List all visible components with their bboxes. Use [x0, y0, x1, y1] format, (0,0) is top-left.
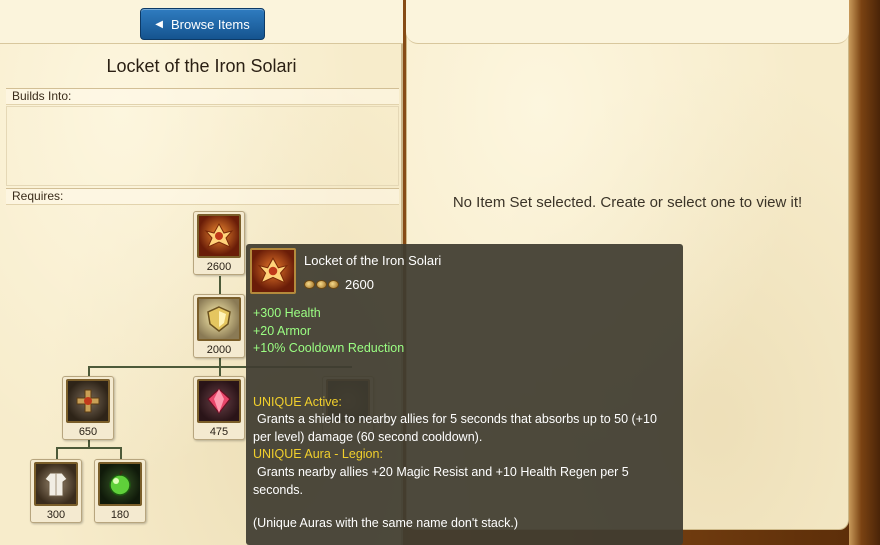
- browse-items-label: Browse Items: [170, 16, 250, 32]
- stat-armor: +20 Armor: [253, 324, 312, 338]
- tree-connector: [56, 447, 121, 449]
- item-price: 650: [78, 426, 98, 438]
- recipe-item-null-magic-mantle[interactable]: 650: [62, 376, 114, 440]
- cross-amulet-icon: [66, 379, 110, 423]
- right-header-bar: [406, 0, 849, 44]
- browse-items-button[interactable]: ◀ Browse Items: [140, 8, 265, 40]
- no-item-set-message: No Item Set selected. Create or select o…: [452, 194, 803, 211]
- item-price: 2000: [206, 344, 232, 356]
- tooltip-item-name: Locket of the Iron Solari: [304, 253, 442, 268]
- tooltip-cost: 2600: [304, 277, 374, 292]
- gold-coins-icon: [304, 280, 339, 289]
- tooltip-cost-value: 2600: [345, 277, 374, 292]
- stat-health: +300 Health: [253, 306, 321, 320]
- unique-active-label: UNIQUE Active:: [253, 395, 342, 409]
- recipe-item-aegis[interactable]: 2000: [193, 294, 245, 358]
- rejuvenation-bead-icon: [98, 462, 142, 506]
- item-price: 2600: [206, 261, 232, 273]
- tree-connector: [219, 276, 221, 296]
- shield-icon: [197, 297, 241, 341]
- ruby-crystal-icon: [197, 379, 241, 423]
- requires-label: Requires:: [6, 188, 399, 205]
- builds-into-area: [6, 106, 399, 186]
- recipe-item-cloth-armor[interactable]: 300: [30, 459, 82, 523]
- tree-connector: [120, 447, 122, 459]
- item-title: Locket of the Iron Solari: [106, 56, 297, 76]
- unique-aura-text: Grants nearby allies +20 Magic Resist an…: [253, 465, 629, 497]
- tree-connector: [56, 447, 58, 459]
- item-price: 180: [110, 509, 130, 521]
- unique-aura-label: UNIQUE Aura - Legion:: [253, 447, 383, 461]
- stat-cooldown-reduction: +10% Cooldown Reduction: [253, 341, 405, 355]
- window-border-right: [849, 0, 880, 545]
- locket-icon: [197, 214, 241, 258]
- recipe-item-ruby-crystal[interactable]: 475: [193, 376, 245, 440]
- item-price: 300: [46, 509, 66, 521]
- unique-active-text: Grants a shield to nearby allies for 5 s…: [253, 412, 657, 444]
- item-tooltip: Locket of the Iron Solari 2600 +300 Heal…: [246, 244, 683, 545]
- builds-into-label: Builds Into:: [6, 88, 399, 105]
- recipe-item-locket[interactable]: 2600: [193, 211, 245, 275]
- cloth-armor-icon: [34, 462, 78, 506]
- aura-footnote: (Unique Auras with the same name don't s…: [253, 516, 519, 530]
- back-arrow-icon: ◀: [155, 18, 163, 30]
- locket-icon: [250, 248, 296, 294]
- recipe-item-rejuvenation-bead[interactable]: 180: [94, 459, 146, 523]
- item-price: 475: [209, 426, 229, 438]
